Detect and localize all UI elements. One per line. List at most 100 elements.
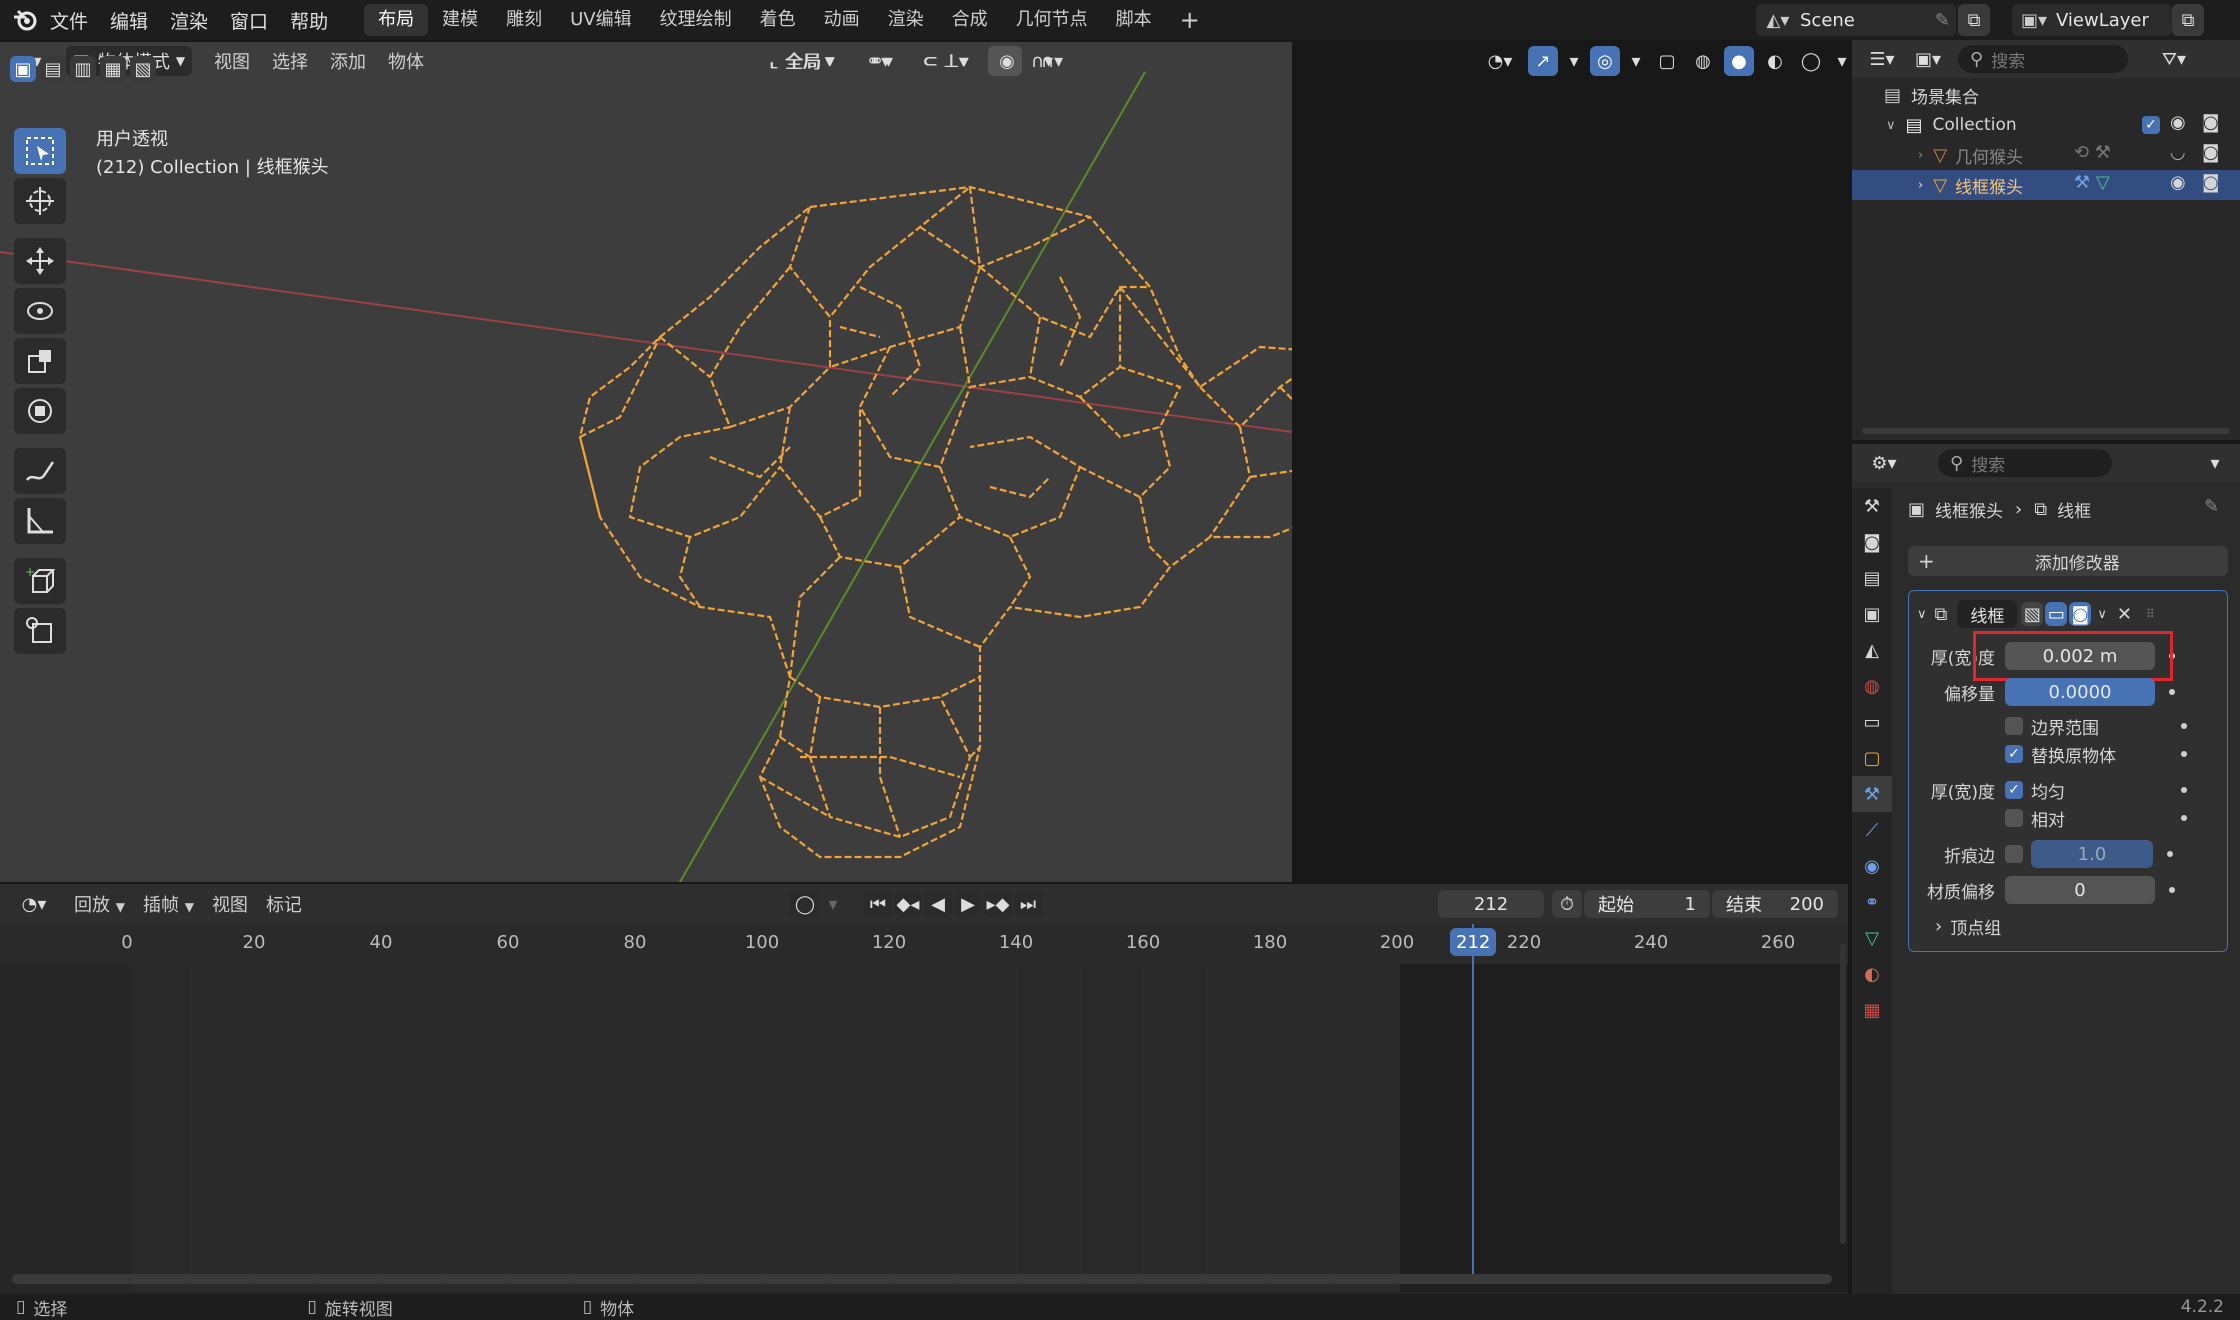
tab-uv-editing[interactable]: UV编辑 — [556, 4, 646, 36]
tab-scripting[interactable]: 脚本 — [1102, 4, 1166, 36]
select-subtract-icon[interactable]: ▥ — [70, 56, 96, 82]
add-workspace-button[interactable]: + — [1166, 4, 1214, 36]
keyframe-dot-icon[interactable] — [2167, 851, 2173, 857]
rendered-shading-icon[interactable]: ◯ — [1796, 46, 1826, 76]
modifier-tab-icon[interactable]: ⚒ — [1852, 776, 1892, 812]
outliner-scrollbar[interactable] — [1862, 428, 2230, 434]
transform-icon[interactable] — [14, 388, 66, 434]
collection-tab-icon[interactable]: ▭ — [1852, 704, 1892, 740]
render-camera-icon[interactable]: ◙ — [2202, 142, 2219, 163]
end-frame-field[interactable]: 结束 200 — [1712, 890, 1838, 918]
eye-closed-icon[interactable]: ◡ — [2170, 142, 2186, 163]
3d-viewport[interactable]: ⌖▾ ▣物体模式▼ 视图 选择 添加 物体 ⌞全局▼ ⚭▾ ⊂ ⊥▾ ◉ ∩▾ … — [0, 42, 1292, 882]
add-modifier-button[interactable]: + 添加修改器 — [1908, 546, 2228, 576]
render-camera-icon[interactable]: ◙ — [2202, 112, 2219, 133]
crease-weight-field[interactable]: 1.0 — [2031, 840, 2153, 868]
transform-orientation-dropdown[interactable]: ⌞ 全局 ▼ — [756, 46, 848, 76]
add-object-icon[interactable] — [14, 608, 66, 654]
material-tab-icon[interactable]: ◐ — [1852, 956, 1892, 992]
jump-start-icon[interactable]: ⏮ — [864, 890, 892, 918]
relative-row[interactable]: 相对 — [2005, 803, 2219, 833]
menu-help[interactable]: 帮助 — [290, 7, 328, 34]
pin-icon[interactable]: ✎ — [1935, 10, 1950, 31]
chevron-down-icon[interactable]: ∨ — [1917, 607, 1927, 622]
keyframe-dot-icon[interactable] — [2181, 723, 2187, 729]
playback-menu[interactable]: 回放 ▼ — [74, 891, 125, 917]
rotate-icon[interactable] — [14, 288, 66, 334]
material-shading-icon[interactable]: ◐ — [1760, 46, 1790, 76]
collection-row[interactable]: ∨ ▤ Collection ✓ ◉ ◙ — [1852, 110, 2240, 140]
keying-menu[interactable]: 插帧 ▼ — [143, 891, 194, 917]
output-tab-icon[interactable]: ▤ — [1852, 560, 1892, 596]
boundary-row[interactable]: 边界范围 — [2005, 711, 2219, 741]
tab-geometry-nodes[interactable]: 几何节点 — [1002, 4, 1102, 36]
menu-window[interactable]: 窗口 — [230, 7, 268, 34]
prev-keyframe-icon[interactable]: ◆◂ — [894, 890, 922, 918]
scene-collection-row[interactable]: ▤ 场景集合 — [1852, 80, 2240, 110]
menu-file[interactable]: 文件 — [50, 7, 88, 34]
editor-type-icon[interactable]: ⚙▾ — [1862, 448, 1906, 478]
outliner-search-input[interactable]: ⚲ 搜索 — [1958, 45, 2128, 73]
snap-icon[interactable]: ⊂ ⊥▾ — [908, 46, 984, 76]
display-mode-icon[interactable]: ▣▾ — [1908, 44, 1948, 74]
frame-ruler[interactable]: 0 20 40 60 80 100 120 140 160 180 200 220 240 260 — [0, 924, 1848, 964]
scale-icon[interactable] — [14, 338, 66, 384]
tab-animation[interactable]: 动画 — [810, 4, 874, 36]
timeline-vertical-scrollbar[interactable] — [1840, 944, 1846, 1244]
start-frame-field[interactable]: 起始 1 — [1584, 890, 1710, 918]
falloff-icon[interactable]: ∩▾ — [1030, 46, 1074, 76]
filter-icon[interactable]: ⛛▾ — [2152, 44, 2196, 74]
pivot-icon[interactable]: ⚭▾ — [856, 46, 900, 76]
select-extend-icon[interactable]: ▤ — [40, 56, 66, 82]
chevron-down-icon[interactable]: ▾ — [2202, 448, 2228, 478]
keyframe-dot-icon[interactable] — [2169, 689, 2175, 695]
particles-tab-icon[interactable]: ⟋ — [1852, 812, 1892, 848]
visibility-icon[interactable]: ◔▾ — [1478, 46, 1522, 76]
overlay-toggle-icon[interactable]: ◎ — [1590, 46, 1620, 76]
texture-tab-icon[interactable]: ▦ — [1852, 992, 1892, 1028]
timeline-track-area[interactable] — [132, 964, 1400, 1292]
vertex-group-subpanel[interactable]: › 顶点组 — [1935, 911, 2001, 941]
constraints-tab-icon[interactable]: ⚭ — [1852, 884, 1892, 920]
material-offset-field[interactable]: 0 — [2005, 876, 2155, 904]
tab-shading[interactable]: 着色 — [746, 4, 810, 36]
annotate-icon[interactable] — [14, 448, 66, 494]
play-reverse-icon[interactable]: ◀ — [924, 890, 952, 918]
current-frame-field[interactable]: 212 — [1438, 890, 1544, 918]
realtime-display-icon[interactable]: ▭ — [2045, 602, 2068, 626]
close-icon[interactable]: ✕ — [2117, 604, 2132, 625]
menu-render[interactable]: 渲染 — [170, 7, 208, 34]
blender-logo-icon[interactable] — [0, 7, 50, 33]
relative-checkbox[interactable] — [2005, 809, 2023, 827]
cursor-icon[interactable] — [14, 178, 66, 224]
tab-texture-paint[interactable]: 纹理绘制 — [646, 4, 746, 36]
offset-field[interactable]: 0.0000 — [2005, 678, 2155, 706]
keyframe-dot-icon[interactable] — [2181, 751, 2187, 757]
properties-search-input[interactable]: ⚲ 搜索 — [1938, 449, 2112, 477]
playhead-frame-badge[interactable]: 212 — [1450, 928, 1497, 956]
menu-view[interactable]: 视图 — [212, 891, 248, 917]
drag-handle-icon[interactable]: ⠿ — [2146, 607, 2155, 621]
solid-shading-icon[interactable]: ● — [1724, 46, 1754, 76]
render-camera-icon[interactable]: ◙ — [2202, 172, 2219, 193]
measure-icon[interactable] — [14, 498, 66, 544]
scene-tab-icon[interactable]: ◭ — [1852, 632, 1892, 668]
tab-layout[interactable]: 布局 — [364, 4, 429, 36]
keyframe-dot-icon[interactable] — [2181, 787, 2187, 793]
eye-icon[interactable]: ◉ — [2170, 112, 2186, 133]
chevron-down-icon[interactable]: ▾ — [822, 890, 844, 918]
wireframe-monkey-object[interactable] — [560, 137, 1292, 877]
select-new-icon[interactable]: ▣ — [10, 56, 36, 82]
add-cube-icon[interactable]: + — [14, 558, 66, 604]
replace-original-checkbox[interactable]: ✓ — [2005, 745, 2023, 763]
object-tab-icon[interactable]: ▢ — [1852, 740, 1892, 776]
eye-icon[interactable]: ◉ — [2170, 172, 2186, 193]
view-layer-tab-icon[interactable]: ▣ — [1852, 596, 1892, 632]
scene-selector[interactable]: ◭▾ Scene ✎ — [1756, 4, 1956, 36]
editor-type-icon[interactable]: ☰▾ — [1862, 44, 1902, 74]
gizmo-toggle-icon[interactable]: ↗ — [1528, 46, 1558, 76]
render-toggle-icon[interactable]: ◙ — [2069, 602, 2092, 626]
timeline-scrollbar[interactable] — [12, 1274, 1832, 1284]
tab-sculpting[interactable]: 雕刻 — [492, 4, 556, 36]
auto-key-icon[interactable]: ◯ — [790, 890, 820, 918]
